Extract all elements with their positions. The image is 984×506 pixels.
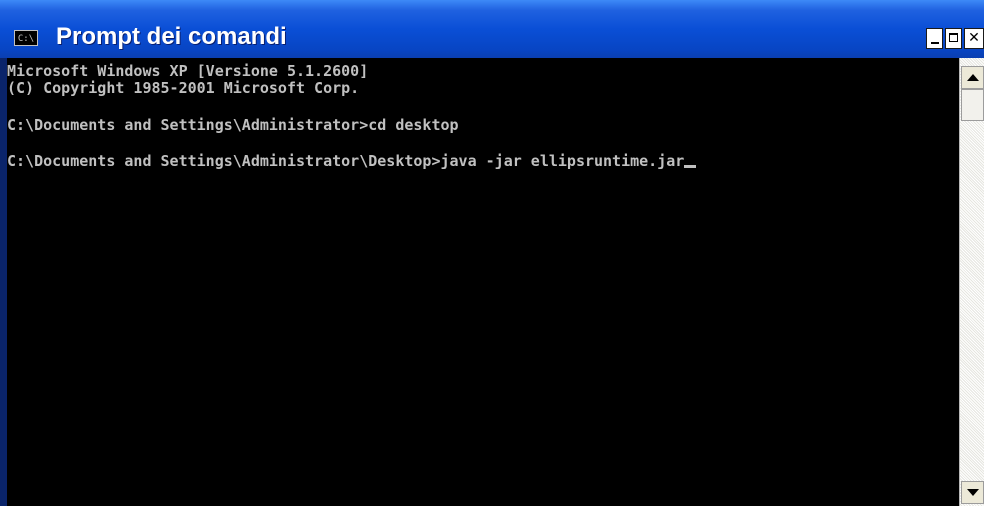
close-button[interactable]: ✕	[964, 28, 984, 49]
window-title: Prompt dei comandi	[56, 23, 287, 50]
scroll-thumb[interactable]	[961, 89, 984, 121]
scroll-down-button[interactable]	[961, 481, 984, 504]
console-line: C:\Documents and Settings\Administrator\…	[7, 152, 685, 170]
minimize-button[interactable]	[926, 28, 943, 49]
vertical-scrollbar[interactable]	[959, 58, 984, 506]
current-command-line[interactable]: C:\Documents and Settings\Administrator\…	[7, 152, 697, 170]
minimize-icon	[931, 42, 939, 44]
close-icon: ✕	[968, 30, 980, 46]
scroll-up-arrow-icon	[967, 74, 979, 81]
console-line: C:\Documents and Settings\Administrator>…	[7, 116, 459, 134]
console-app-icon[interactable]: C:\	[14, 30, 38, 46]
command-prompt-window: C:\ Prompt dei comandi ✕ Microsoft Windo…	[0, 0, 984, 506]
maximize-icon	[949, 33, 958, 42]
console-line: Microsoft Windows XP [Versione 5.1.2600]	[7, 62, 369, 80]
title-bar[interactable]: C:\ Prompt dei comandi ✕	[0, 0, 984, 58]
scroll-down-arrow-icon	[967, 489, 979, 496]
console-line: (C) Copyright 1985-2001 Microsoft Corp.	[7, 79, 360, 97]
console-output[interactable]: Microsoft Windows XP [Versione 5.1.2600]…	[7, 58, 959, 506]
scroll-up-button[interactable]	[961, 66, 984, 89]
maximize-button[interactable]	[945, 28, 962, 49]
text-cursor	[684, 165, 697, 168]
